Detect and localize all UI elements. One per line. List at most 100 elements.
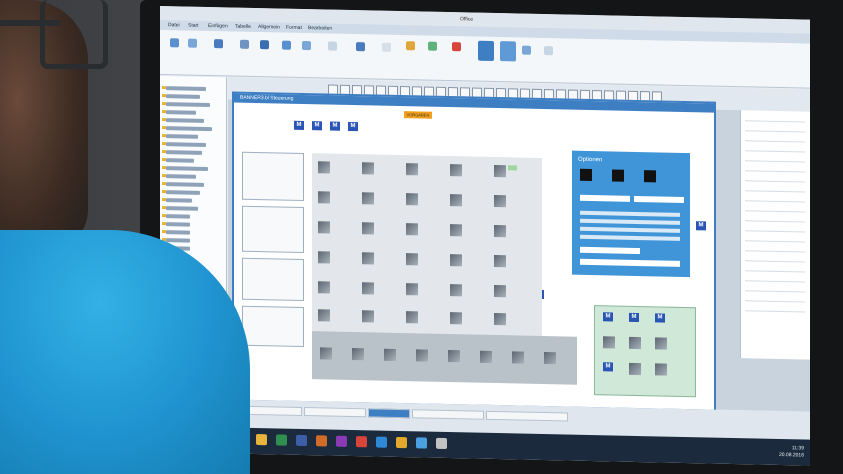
ribbon-button-icon[interactable] — [328, 41, 337, 51]
ribbon-button-icon[interactable] — [428, 41, 437, 51]
grid-cell-icon[interactable] — [406, 163, 418, 176]
grid-cell-icon[interactable] — [655, 363, 667, 376]
grid-cell-icon[interactable] — [362, 310, 374, 323]
grid-cell-icon[interactable] — [494, 194, 506, 208]
grid-cell-icon[interactable] — [416, 349, 428, 362]
tree-item[interactable] — [166, 102, 210, 108]
grid-cell-icon[interactable] — [494, 312, 506, 326]
grid-cell-icon[interactable] — [362, 192, 374, 205]
ribbon-button-icon[interactable] — [382, 42, 391, 52]
grid-cell-icon[interactable] — [318, 309, 330, 322]
options-dropdown[interactable] — [634, 195, 684, 203]
options-input[interactable] — [580, 258, 680, 267]
m-icon[interactable]: M — [294, 120, 304, 131]
option-row[interactable] — [580, 234, 680, 241]
m-icon[interactable]: M — [312, 121, 322, 131]
options-icon[interactable] — [580, 168, 592, 182]
ribbon-button-icon[interactable] — [188, 38, 197, 48]
tab-bearbeiten[interactable]: Bearbeiten — [308, 25, 332, 32]
grid-cell-icon[interactable] — [406, 311, 418, 324]
tree-item[interactable] — [166, 118, 204, 123]
m-icon[interactable]: M — [629, 312, 639, 323]
grid-cell-icon[interactable] — [450, 312, 462, 325]
ribbon-button-icon[interactable] — [356, 42, 365, 52]
m-icon[interactable]: M — [655, 313, 665, 323]
tab-allgemein[interactable]: Allgemein — [258, 24, 280, 30]
tree-item[interactable] — [166, 110, 196, 115]
ribbon-button-icon[interactable] — [240, 39, 249, 49]
ribbon-button-icon[interactable] — [452, 42, 461, 52]
taskbar-app-icon[interactable] — [296, 434, 307, 447]
grid-cell-icon[interactable] — [406, 283, 418, 296]
ribbon-button-icon[interactable] — [406, 41, 415, 51]
grid-cell-icon[interactable] — [494, 284, 506, 298]
grid-cell-icon[interactable] — [655, 337, 667, 350]
tree-item[interactable] — [166, 198, 192, 203]
tab-tabelle[interactable]: Tabelle — [235, 24, 251, 30]
taskbar-app-icon[interactable] — [316, 435, 327, 447]
grid-cell-icon[interactable] — [362, 162, 374, 175]
vorgaben-badge[interactable]: VORGABEN — [404, 111, 432, 119]
grid-cell-icon[interactable] — [450, 224, 462, 237]
grid-cell-icon[interactable] — [480, 350, 492, 363]
tree-item[interactable] — [166, 166, 208, 172]
option-row[interactable] — [580, 210, 680, 217]
grid-cell-icon[interactable] — [450, 194, 462, 207]
ribbon-button-icon[interactable] — [282, 40, 291, 50]
grid-cell-icon[interactable] — [629, 336, 641, 350]
tree-item[interactable] — [166, 86, 206, 91]
tree-item[interactable] — [166, 150, 202, 155]
grid-cell-icon[interactable] — [450, 284, 462, 297]
grid-cell-icon[interactable] — [362, 282, 374, 295]
option-row[interactable] — [580, 218, 680, 225]
tree-item[interactable] — [166, 94, 200, 99]
grid-cell-icon[interactable] — [406, 193, 418, 206]
taskbar-app-icon[interactable] — [336, 435, 347, 447]
m-icon[interactable]: M — [603, 362, 613, 372]
tree-item[interactable] — [166, 126, 212, 132]
tree-item[interactable] — [166, 158, 194, 163]
ribbon-button-icon[interactable] — [500, 41, 516, 62]
grid-cell-icon[interactable] — [450, 164, 462, 177]
option-row[interactable] — [580, 226, 680, 233]
ribbon-button-icon[interactable] — [522, 45, 531, 55]
taskbar-app-icon[interactable] — [256, 434, 267, 446]
tab-einfuegen[interactable]: Einfügen — [208, 23, 228, 29]
tab-format[interactable]: Format — [286, 25, 302, 31]
m-icon[interactable]: M — [696, 221, 706, 231]
grid-cell-icon[interactable] — [362, 252, 374, 265]
document-tab[interactable] — [368, 408, 410, 419]
options-icon[interactable] — [612, 169, 624, 182]
grid-cell-icon[interactable] — [320, 347, 332, 360]
tab-start[interactable]: Start — [188, 23, 199, 29]
tree-item[interactable] — [166, 238, 190, 243]
taskbar-app-icon[interactable] — [396, 436, 407, 449]
grid-cell-icon[interactable] — [406, 253, 418, 266]
taskbar-app-icon[interactable] — [436, 437, 447, 450]
document-tab[interactable] — [304, 407, 366, 418]
grid-cell-icon[interactable] — [603, 336, 615, 349]
m-icon[interactable]: M — [348, 121, 358, 132]
options-dropdown[interactable] — [580, 194, 630, 202]
grid-cell-icon[interactable] — [406, 223, 418, 236]
taskbar-app-icon[interactable] — [376, 436, 387, 448]
tree-item[interactable] — [166, 230, 190, 235]
options-dropdown[interactable] — [580, 246, 640, 255]
tree-item[interactable] — [166, 174, 196, 179]
grid-cell-icon[interactable] — [384, 348, 396, 361]
tab-datei[interactable]: Datei — [168, 22, 180, 28]
grid-cell-icon[interactable] — [352, 348, 364, 361]
ribbon-button-icon[interactable] — [260, 40, 269, 50]
grid-cell-icon[interactable] — [494, 164, 506, 178]
ribbon-button-icon[interactable] — [170, 38, 179, 48]
ribbon-button-icon[interactable] — [478, 40, 494, 61]
tree-item[interactable] — [166, 134, 198, 139]
grid-cell-icon[interactable] — [318, 251, 330, 264]
grid-cell-icon[interactable] — [318, 281, 330, 294]
document-tab[interactable] — [486, 410, 568, 422]
grid-cell-icon[interactable] — [629, 362, 641, 376]
m-icon[interactable]: M — [330, 121, 340, 131]
tree-item[interactable] — [166, 222, 190, 227]
ribbon-button-icon[interactable] — [302, 40, 311, 51]
ribbon-button-icon[interactable] — [544, 46, 553, 56]
